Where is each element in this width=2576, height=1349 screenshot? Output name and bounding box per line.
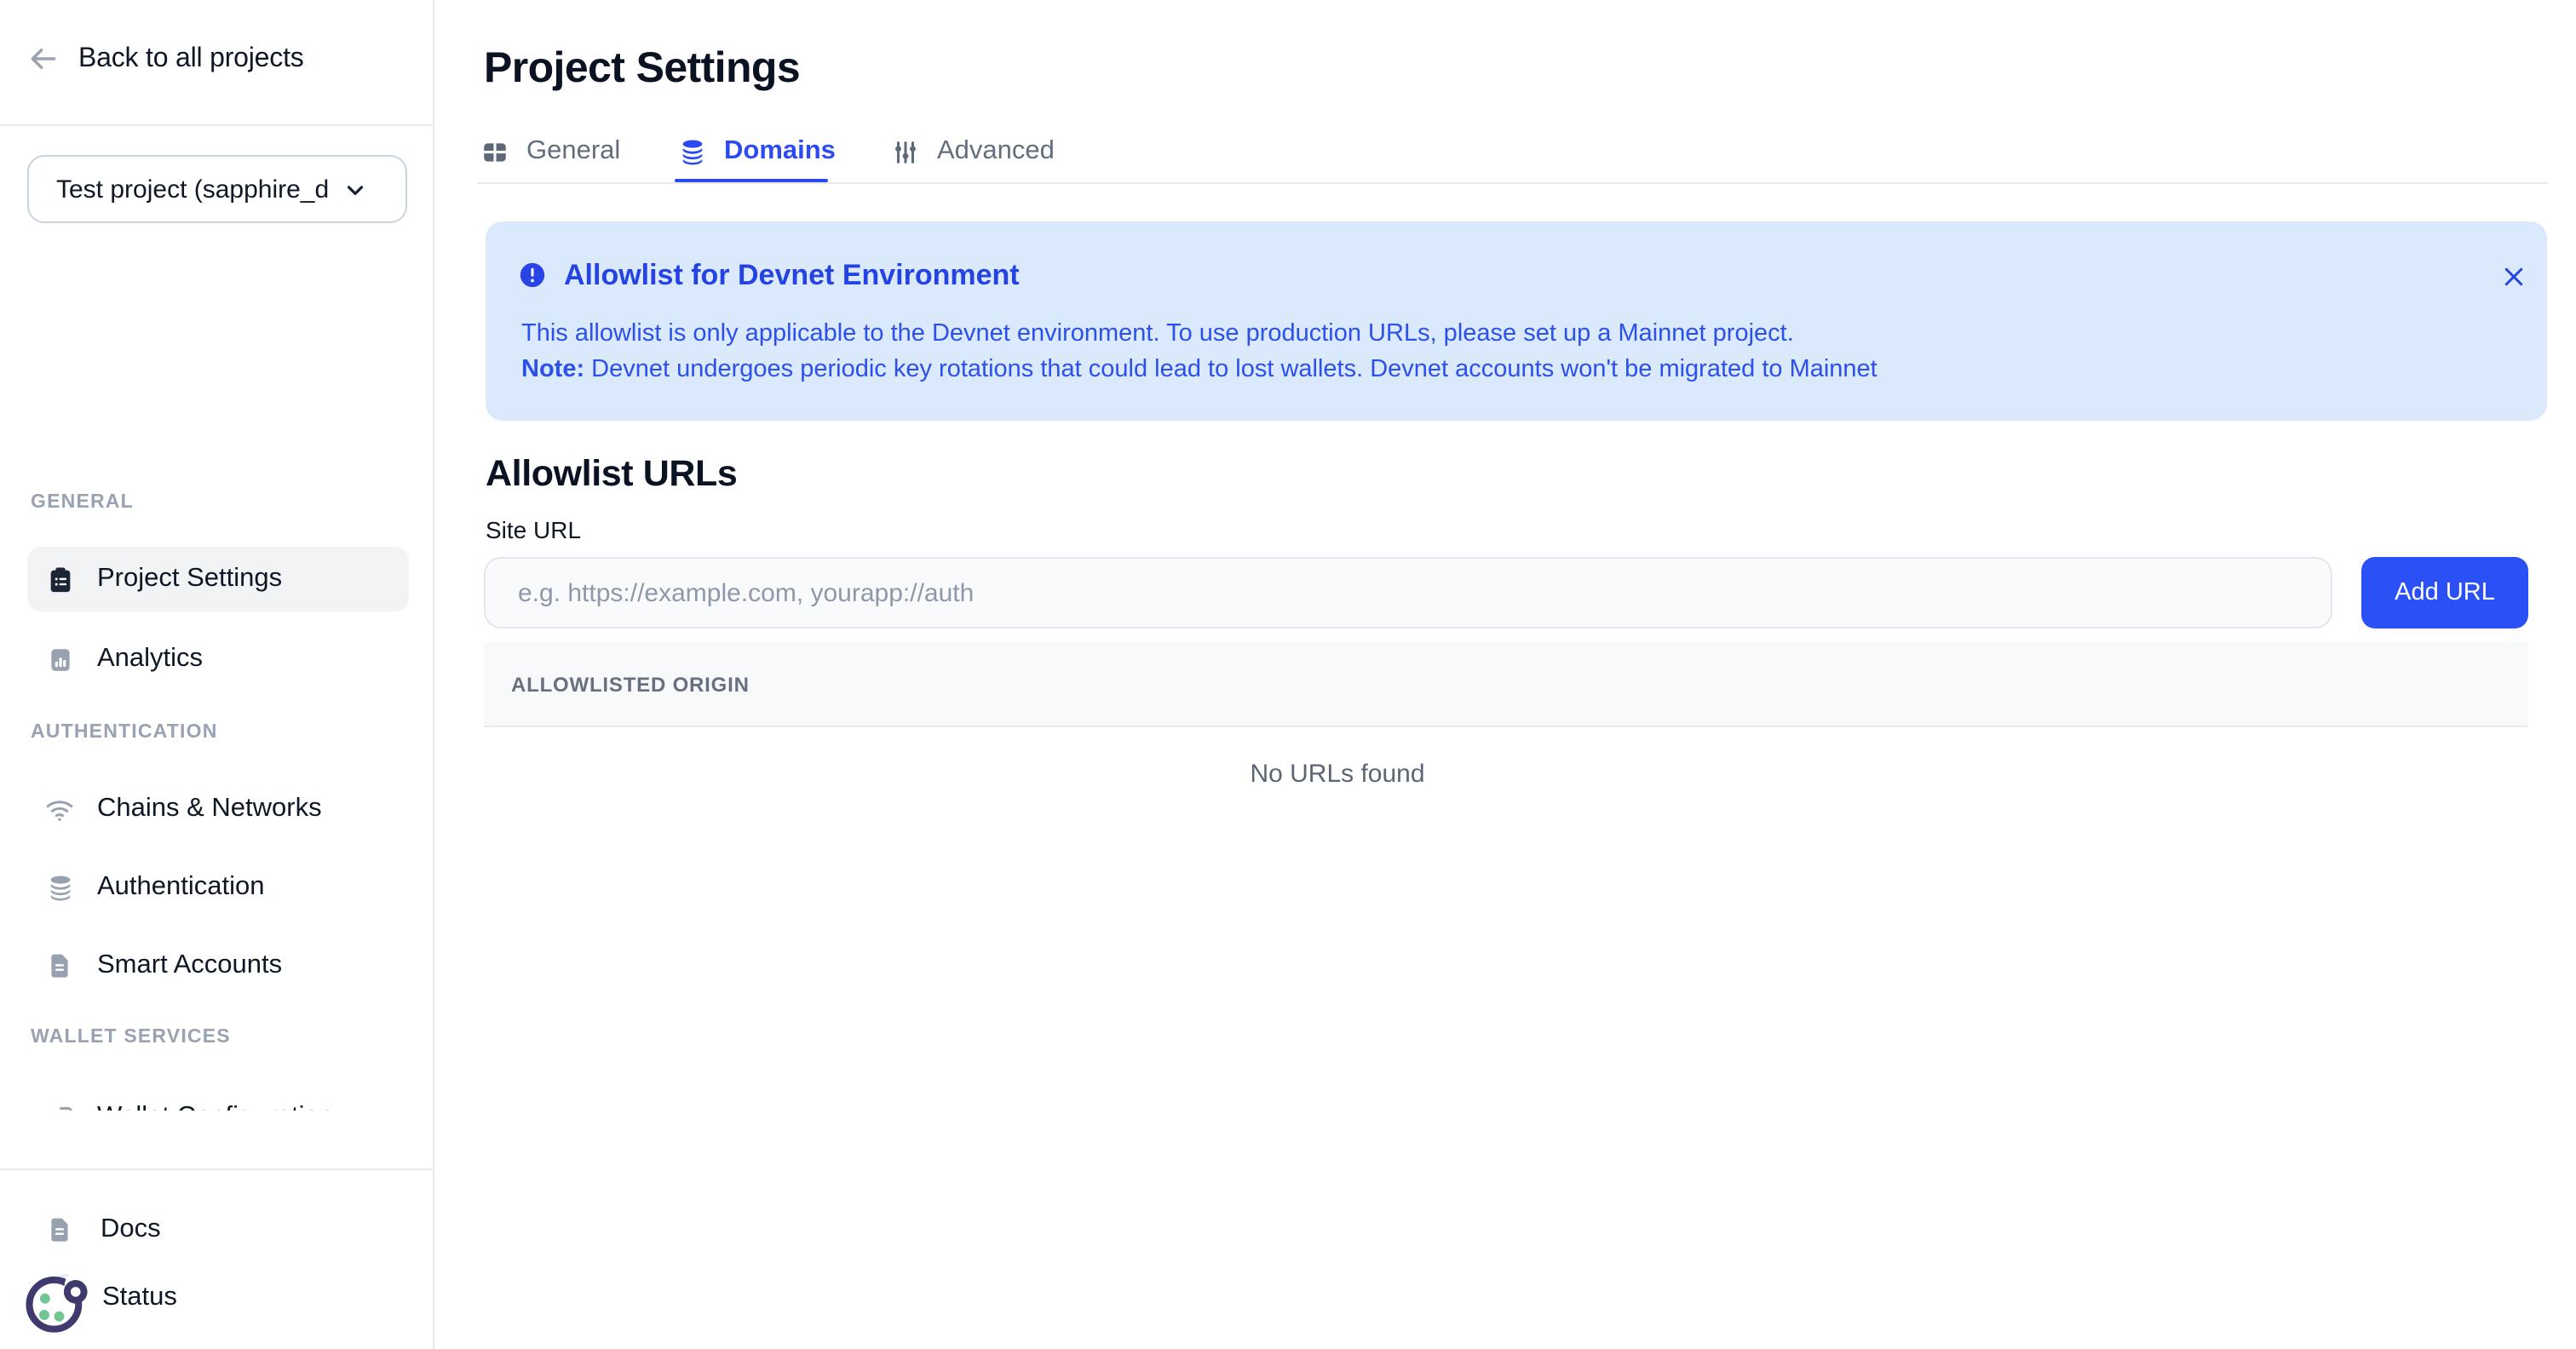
banner-text-line1: This allowlist is only applicable to the… <box>521 320 1794 347</box>
sidebar-nav: GENERAL Project Settings Analytics AUTHE… <box>0 238 434 1111</box>
sidebar: Back to all projects Test project (sapph… <box>0 0 434 1349</box>
alert-circle-icon <box>518 261 547 298</box>
sidebar-item-project-settings[interactable]: Project Settings <box>27 547 409 611</box>
allowlisted-origin-column-header: ALLOWLISTED ORIGIN <box>511 672 750 696</box>
tab-label: Advanced <box>937 136 1055 167</box>
close-icon[interactable] <box>2501 264 2527 290</box>
sidebar-item-label: Status <box>102 1283 177 1313</box>
allowlist-urls-heading: Allowlist URLs <box>486 453 737 496</box>
tab-label: General <box>526 136 620 167</box>
grid-icon <box>480 137 509 166</box>
section-label-wallet-services: WALLET SERVICES <box>31 1027 231 1048</box>
gear-wallet-icon <box>44 1102 75 1111</box>
chevron-down-icon <box>342 176 368 202</box>
sidebar-item-label: Docs <box>101 1214 161 1245</box>
devnet-allowlist-banner: Allowlist for Devnet Environment This al… <box>486 221 2547 421</box>
sidebar-item-authentication[interactable]: Authentication <box>27 855 409 920</box>
project-selector-value: Test project (sapphire_d <box>56 175 332 204</box>
bar-chart-icon <box>44 644 75 674</box>
site-url-input[interactable] <box>484 557 2332 629</box>
tab-general[interactable]: General <box>480 136 620 167</box>
allowlist-table-header: ALLOWLISTED ORIGIN <box>484 642 2528 727</box>
sidebar-item-label: Chains & Networks <box>97 794 322 824</box>
section-label-general: GENERAL <box>31 492 134 513</box>
sidebar-item-label: Wallet Configuration <box>97 1102 334 1111</box>
sidebar-item-label: Analytics <box>97 644 203 674</box>
page-title: Project Settings <box>484 44 800 94</box>
tab-label: Domains <box>724 136 836 167</box>
clipboard-icon <box>44 564 75 594</box>
active-tab-underline <box>675 178 828 182</box>
sidebar-item-label: Authentication <box>97 872 265 903</box>
sidebar-item-smart-accounts[interactable]: Smart Accounts <box>27 933 409 998</box>
banner-note-text: Devnet undergoes periodic key rotations … <box>584 356 1877 383</box>
project-selector[interactable]: Test project (sapphire_d <box>27 155 407 223</box>
document-icon <box>44 1214 75 1245</box>
sidebar-footer-divider <box>0 1168 434 1170</box>
section-label-authentication: AUTHENTICATION <box>31 722 218 743</box>
back-link-label: Back to all projects <box>78 43 304 74</box>
wifi-icon <box>44 794 75 824</box>
database-icon <box>678 137 707 166</box>
sidebar-item-label: Project Settings <box>97 564 282 594</box>
cookie-icon[interactable] <box>20 1267 92 1339</box>
document-icon <box>44 950 75 981</box>
sidebar-item-docs[interactable]: Docs <box>27 1197 409 1262</box>
sidebar-item-chains-networks[interactable]: Chains & Networks <box>27 777 409 841</box>
site-url-label: Site URL <box>486 516 581 543</box>
banner-note-label: Note: <box>521 356 584 383</box>
sliders-icon <box>891 137 920 166</box>
back-link[interactable]: Back to all projects <box>27 43 304 75</box>
app-window: Back to all projects Test project (sapph… <box>0 0 2576 1349</box>
sidebar-item-analytics[interactable]: Analytics <box>27 627 409 692</box>
sidebar-item-wallet-configuration[interactable]: Wallet Configuration <box>27 1085 409 1111</box>
sidebar-divider <box>0 124 434 126</box>
tab-advanced[interactable]: Advanced <box>891 136 1055 167</box>
banner-title: Allowlist for Devnet Environment <box>564 259 1020 293</box>
arrow-left-icon <box>27 43 60 75</box>
add-url-button[interactable]: Add URL <box>2361 557 2528 629</box>
database-icon <box>44 872 75 903</box>
banner-text-line2: Note: Devnet undergoes periodic key rota… <box>521 356 1877 383</box>
tab-domains[interactable]: Domains <box>678 136 836 167</box>
empty-state-message: No URLs found <box>484 760 2191 789</box>
sidebar-item-label: Smart Accounts <box>97 950 282 981</box>
